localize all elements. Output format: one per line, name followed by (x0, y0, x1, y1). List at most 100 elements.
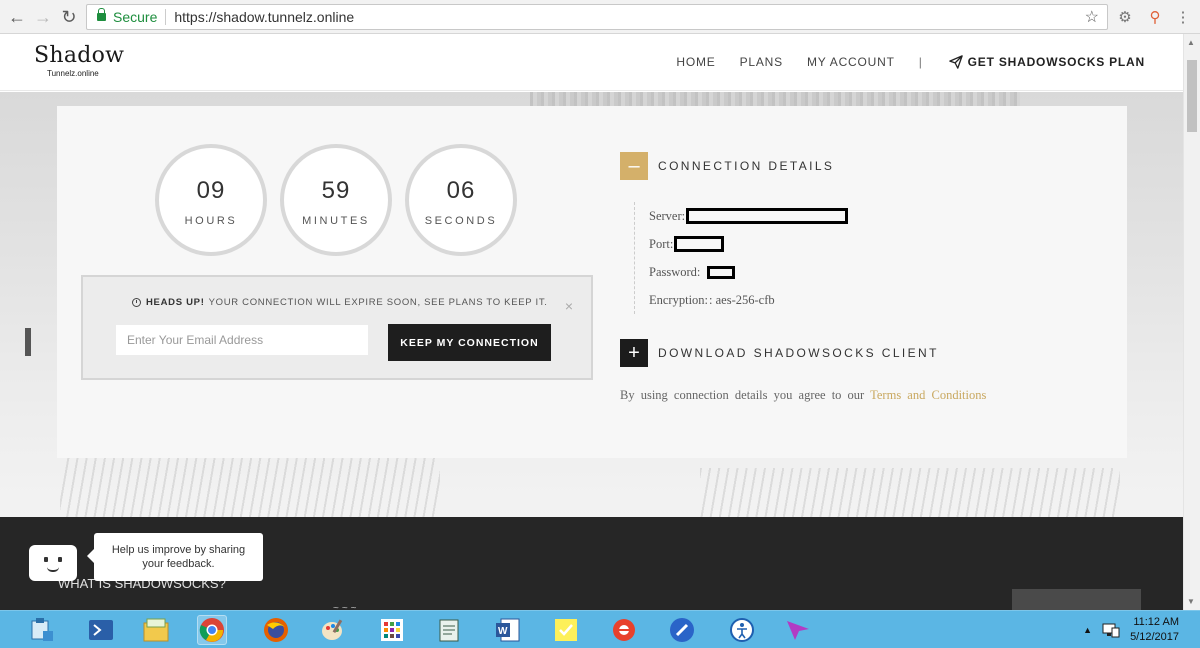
clock[interactable]: 11:12 AM 5/12/2017 (1130, 615, 1179, 645)
connection-details-toggle[interactable]: – CONNECTION DETAILS (620, 152, 834, 180)
logo-subtitle: Tunnelz.online (47, 69, 99, 78)
start-button[interactable] (27, 615, 57, 645)
background-grass (60, 448, 440, 518)
accessibility-icon[interactable] (727, 615, 757, 645)
pen-tool-icon[interactable] (667, 615, 697, 645)
expand-icon: + (620, 339, 648, 367)
background-grass (700, 468, 1120, 518)
word-icon[interactable]: W (493, 615, 523, 645)
feedback-eye (58, 557, 62, 562)
nav-divider: | (918, 55, 923, 69)
powershell-icon[interactable] (86, 615, 116, 645)
url-text[interactable]: https://shadow.tunnelz.online (174, 9, 354, 25)
extension-search-icon[interactable]: ⚲ (1144, 6, 1166, 28)
server-label: Server: (649, 208, 686, 223)
notepad-icon[interactable] (434, 615, 464, 645)
paper-plane-icon (948, 55, 963, 69)
svg-text:W: W (498, 626, 508, 637)
more-info-button[interactable] (1012, 589, 1141, 610)
clock-icon (132, 298, 141, 307)
main-nav: HOME PLANS MY ACCOUNT | GET SHADOWSOCKS … (652, 55, 1145, 69)
timer-minutes: 59 MINUTES (280, 144, 392, 256)
feedback-tooltip[interactable]: Help us improve by sharing your feedback… (87, 533, 263, 581)
connection-details-title: CONNECTION DETAILS (658, 159, 835, 173)
page-scrollbar[interactable]: ▲ ▼ (1183, 34, 1200, 610)
lock-icon (97, 8, 106, 21)
feedback-widget-icon[interactable] (29, 545, 77, 581)
send-arrow-icon[interactable] (783, 615, 813, 645)
keep-connection-button[interactable]: KEEP MY CONNECTION (388, 324, 551, 361)
chrome-icon[interactable] (197, 615, 227, 645)
connection-details: Server: Port: Password: Encryption: : ae… (634, 202, 849, 314)
secure-label: Secure (113, 9, 158, 25)
terms-text: By using connection details you agree to… (620, 388, 865, 402)
scroll-thumb[interactable] (1187, 60, 1197, 132)
network-icon[interactable] (1102, 622, 1120, 638)
collapse-icon: – (620, 152, 648, 180)
port-value-redacted (674, 236, 725, 252)
nav-my-account[interactable]: MY ACCOUNT (807, 55, 895, 69)
system-tray: ▲ 11:12 AM 5/12/2017 (1083, 611, 1200, 648)
feedback-line-2: your feedback. (142, 558, 215, 570)
close-icon[interactable]: × (565, 298, 573, 314)
extension-puzzle-icon[interactable]: ⚙ (1114, 6, 1136, 28)
site-logo[interactable]: Shadow Tunnelz.online (34, 43, 124, 78)
reload-icon[interactable]: ↻ (56, 4, 82, 30)
password-value-redacted (707, 265, 736, 279)
scroll-down-icon[interactable]: ▼ (1187, 597, 1195, 606)
password-label: Password: (649, 264, 701, 279)
menu-icon[interactable]: ⋮ (1172, 6, 1194, 28)
windows-taskbar: W ▲ 11:12 AM 5/12/2017 (0, 610, 1200, 648)
star-icon[interactable]: ☆ (1085, 7, 1099, 27)
internet-explorer-icon[interactable] (609, 615, 639, 645)
terms-notice: By using connection details you agree to… (620, 388, 986, 403)
server-row: Server: (649, 202, 849, 230)
tray-chevron-icon[interactable]: ▲ (1083, 625, 1092, 635)
timer-seconds: 06 SECONDS (405, 144, 517, 256)
feedback-mouth (47, 567, 59, 572)
alert-message: HEADS UP! YOUR CONNECTION WILL EXPIRE SO… (132, 297, 548, 308)
timer-hours: 09 HOURS (155, 144, 267, 256)
encryption-label: Encryption: (649, 292, 709, 307)
back-arrow-icon[interactable]: ← (4, 4, 30, 30)
feedback-eye (44, 557, 48, 562)
timer-seconds-label: SECONDS (424, 215, 498, 227)
browser-toolbar: ← → ↻ Secure https://shadow.tunnelz.onli… (0, 0, 1200, 34)
sticky-notes-icon[interactable] (551, 615, 581, 645)
paint-icon[interactable] (318, 615, 348, 645)
timer-minutes-label: MINUTES (302, 215, 370, 227)
connection-panel: 09 HOURS 59 MINUTES 06 SECONDS HEADS UP!… (57, 106, 1127, 458)
get-plan-label: GET SHADOWSOCKS PLAN (967, 55, 1145, 69)
port-label: Port: (649, 236, 674, 251)
encryption-row: Encryption: : aes-256-cfb (649, 286, 848, 314)
logo-title: Shadow (34, 43, 125, 68)
timer-seconds-value: 06 (446, 177, 476, 204)
expiry-alert: HEADS UP! YOUR CONNECTION WILL EXPIRE SO… (81, 275, 593, 380)
omnibox-divider (165, 9, 167, 25)
terms-link[interactable]: Terms and Conditions (870, 388, 986, 402)
get-plan-link[interactable]: GET SHADOWSOCKS PLAN (948, 55, 1145, 69)
background-post (25, 328, 31, 356)
timer-hours-value: 09 (196, 177, 226, 204)
download-client-toggle[interactable]: + DOWNLOAD SHADOWSOCKS CLIENT (620, 339, 939, 367)
server-value-redacted (686, 208, 849, 224)
address-bar[interactable]: Secure https://shadow.tunnelz.online ☆ (86, 4, 1108, 30)
timer-hours-label: HOURS (184, 215, 238, 227)
file-explorer-icon[interactable] (141, 615, 171, 645)
site-header: Shadow Tunnelz.online HOME PLANS MY ACCO… (0, 35, 1183, 91)
email-field[interactable] (116, 325, 368, 355)
feedback-line-1: Help us improve by sharing (111, 544, 246, 556)
firefox-icon[interactable] (261, 615, 291, 645)
port-row: Port: (649, 230, 848, 258)
alert-lead: HEADS UP! (146, 297, 205, 308)
start-icon (31, 618, 53, 641)
encryption-value: : aes-256-cfb (709, 292, 775, 307)
apps-grid-icon[interactable] (377, 615, 407, 645)
alert-body: YOUR CONNECTION WILL EXPIRE SOON, SEE PL… (208, 297, 548, 308)
scroll-up-icon[interactable]: ▲ (1187, 38, 1195, 47)
clock-time: 11:12 AM (1133, 616, 1179, 628)
nav-plans[interactable]: PLANS (740, 55, 783, 69)
nav-home[interactable]: HOME (676, 55, 715, 69)
background-texture (530, 92, 1020, 106)
forward-arrow-icon[interactable]: → (30, 4, 56, 30)
